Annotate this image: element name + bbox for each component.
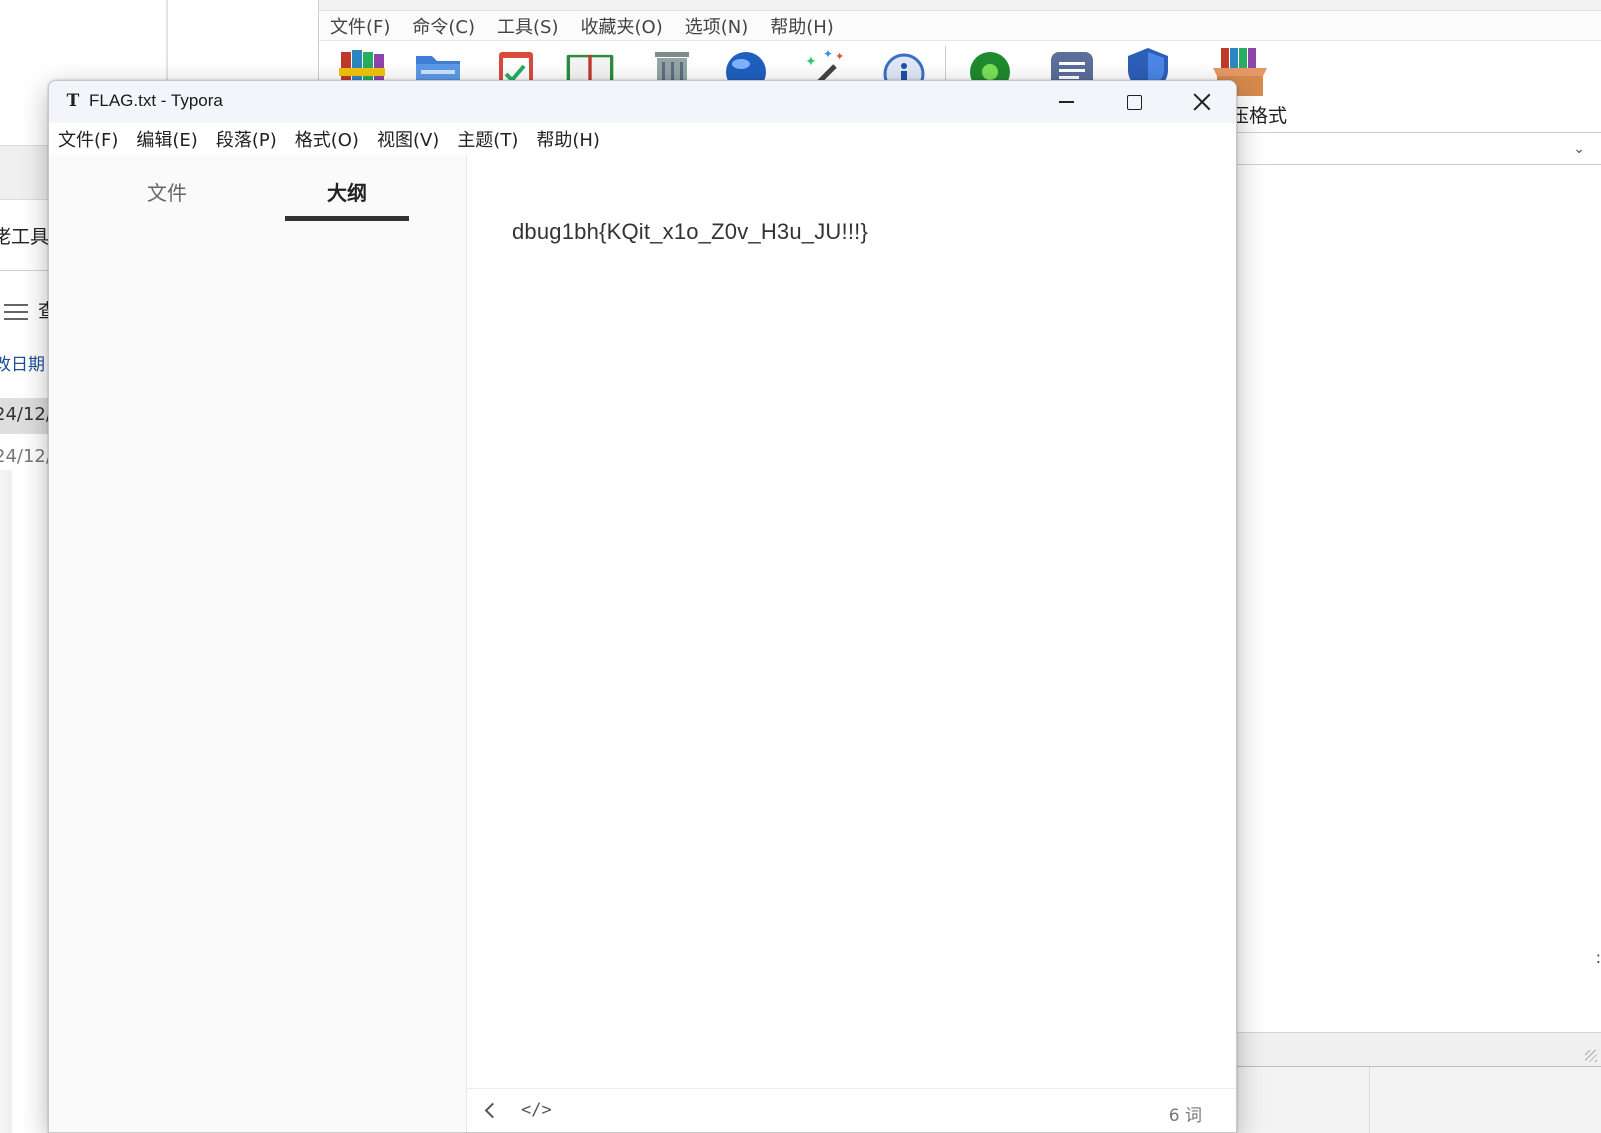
word-count[interactable]: 6 词 [1169, 1101, 1202, 1126]
divider [1369, 1067, 1370, 1133]
menu-help[interactable]: 帮助(H) [527, 126, 609, 152]
close-button[interactable] [1168, 81, 1236, 123]
source-code-mode-icon[interactable]: </> [521, 1100, 552, 1120]
menu-view[interactable]: 视图(V) [368, 126, 448, 152]
column-header-date[interactable]: 改日期 [0, 350, 45, 375]
active-tab-indicator [285, 216, 409, 221]
menu-theme[interactable]: 主题(T) [448, 126, 527, 152]
tab-files[interactable]: 文件 [147, 177, 187, 206]
archiver-menu-options[interactable]: 选项(N) [674, 13, 760, 39]
background-window-strip [1236, 1067, 1601, 1133]
typora-statusbar: </> 6 词 [467, 1088, 1236, 1132]
row-date[interactable]: 24/12/ [0, 446, 52, 467]
menu-paragraph[interactable]: 段落(P) [207, 126, 286, 152]
toggle-sidebar-chevron-left-icon[interactable] [483, 1101, 497, 1119]
clipped-label: : [1595, 948, 1601, 967]
typora-menubar: 文件(F) 编辑(E) 段落(P) 格式(O) 视图(V) 主题(T) 帮助(H… [49, 123, 1236, 155]
svg-text:✦: ✦ [835, 50, 844, 63]
view-menu-icon[interactable] [4, 304, 28, 320]
tab-outline[interactable]: 大纲 [327, 177, 367, 206]
resize-grip-icon[interactable] [1585, 1050, 1597, 1062]
maximize-button[interactable] [1100, 81, 1168, 123]
svg-text:✦: ✦ [823, 47, 833, 61]
archiver-menu-tools[interactable]: 工具(S) [486, 13, 569, 39]
divider [0, 270, 55, 271]
minimize-button[interactable] [1032, 81, 1100, 123]
menu-edit[interactable]: 编辑(E) [127, 126, 206, 152]
archiver-titlebar [319, 0, 1601, 11]
explorer-nav-pane [0, 470, 12, 1133]
window-title: FLAG.txt - Typora [89, 91, 223, 110]
maximize-icon [1126, 94, 1142, 110]
close-icon [1193, 93, 1211, 111]
archiver-menu-file[interactable]: 文件(F) [319, 13, 401, 39]
document-text[interactable]: dbug1bh{KQit_x1o_Z0v_H3u_JU!!!} [512, 219, 868, 245]
typora-logo-icon: T [66, 91, 80, 111]
archiver-menu-favorites[interactable]: 收藏夹(O) [570, 13, 674, 39]
archiver-menu-help[interactable]: 帮助(H) [759, 13, 845, 39]
archiver-menu-commands[interactable]: 命令(C) [401, 13, 486, 39]
menu-file[interactable]: 文件(F) [49, 126, 127, 152]
row-date[interactable]: 24/12/ [0, 404, 52, 425]
typora-titlebar[interactable]: T FLAG.txt - Typora [49, 81, 1236, 123]
minimize-icon [1058, 101, 1074, 103]
chevron-down-icon[interactable]: ⌄ [1573, 141, 1585, 157]
explorer-partial-title: 佬工具 [0, 226, 50, 248]
typora-sidebar: 文件 大纲 [49, 155, 467, 1132]
menu-format[interactable]: 格式(O) [286, 126, 368, 152]
archiver-menubar: 文件(F) 命令(C) 工具(S) 收藏夹(O) 选项(N) 帮助(H) [319, 11, 1601, 41]
editor-pane[interactable]: dbug1bh{KQit_x1o_Z0v_H3u_JU!!!} [467, 155, 1236, 1088]
typora-window: T FLAG.txt - Typora 文件(F) 编辑(E) 段落(P) 格式… [48, 80, 1237, 1133]
svg-text:✦: ✦ [805, 54, 817, 70]
